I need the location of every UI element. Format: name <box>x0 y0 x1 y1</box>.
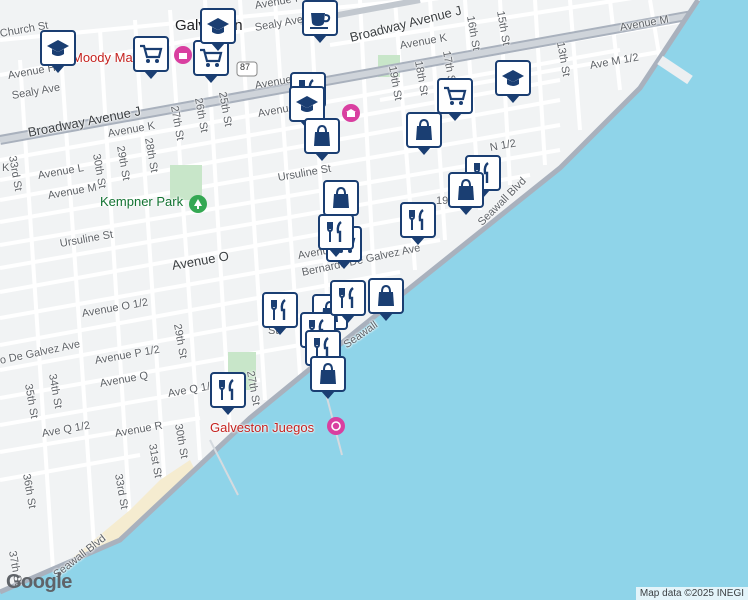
map-marker-shopping[interactable] <box>448 172 484 215</box>
map-marker-grocery[interactable] <box>437 78 473 121</box>
shopping-icon <box>333 186 349 208</box>
map-marker-grocery[interactable] <box>133 36 169 79</box>
restaurant-icon <box>219 379 234 400</box>
map-marker-shopping[interactable] <box>406 112 442 155</box>
restaurant-icon <box>409 209 424 230</box>
map-marker-restaurant[interactable] <box>318 214 354 257</box>
museum-icon[interactable] <box>342 104 360 122</box>
map-marker-restaurant[interactable] <box>210 372 246 415</box>
map-marker-school[interactable] <box>289 86 325 129</box>
restaurant-icon <box>339 287 354 308</box>
map-attribution: Map data ©2025 INEGI <box>635 587 748 600</box>
amusement-icon[interactable] <box>327 417 345 435</box>
school-icon <box>296 96 318 112</box>
map-marker-school[interactable] <box>200 8 236 51</box>
shopping-icon <box>314 124 330 146</box>
restaurant-icon <box>271 299 286 320</box>
map-canvas[interactable]: Galveston Broadway Avenue J Broadway Ave… <box>0 0 748 600</box>
shopping-icon <box>378 284 394 306</box>
map-marker-school[interactable] <box>40 30 76 73</box>
map-marker-shopping[interactable] <box>323 180 359 223</box>
school-icon <box>47 40 69 56</box>
google-logo: Google <box>6 571 72 593</box>
grocery-icon <box>140 44 163 63</box>
grocery-icon <box>444 86 467 105</box>
map-marker-shopping[interactable] <box>368 278 404 321</box>
shopping-icon <box>320 362 336 384</box>
shopping-icon <box>416 118 432 140</box>
map-marker-restaurant[interactable] <box>400 202 436 245</box>
map-marker-school[interactable] <box>495 60 531 103</box>
shopping-icon <box>458 178 474 200</box>
map-marker-restaurant[interactable] <box>262 292 298 335</box>
map-marker-cafe[interactable] <box>302 0 338 43</box>
cafe-icon <box>310 13 331 29</box>
restaurant-icon <box>327 221 342 242</box>
map-marker-shopping[interactable] <box>304 118 340 161</box>
map-marker-shopping[interactable] <box>310 356 346 399</box>
park-icon[interactable] <box>189 195 207 213</box>
shopping-mall-icon[interactable] <box>174 46 192 64</box>
school-icon <box>502 70 524 86</box>
map-marker-restaurant[interactable] <box>330 280 366 323</box>
school-icon <box>207 18 229 34</box>
